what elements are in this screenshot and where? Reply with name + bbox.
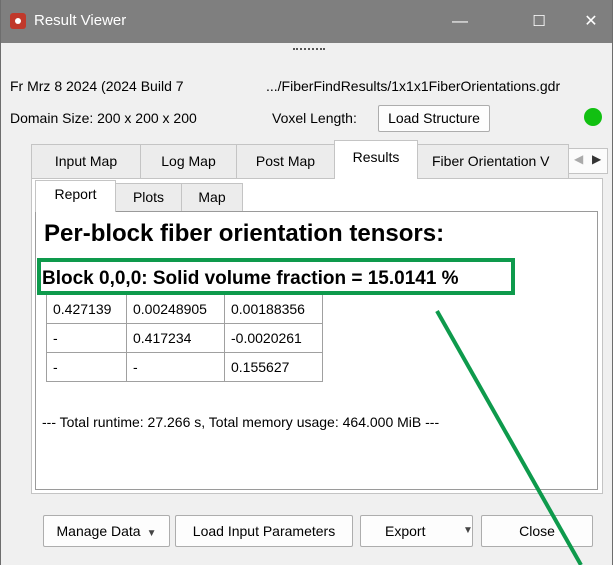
subtab-report[interactable]: Report [35, 180, 116, 212]
annotation-arrow [435, 310, 583, 565]
tab-results[interactable]: Results [334, 140, 418, 179]
annotation-arrow-line [435, 310, 583, 565]
